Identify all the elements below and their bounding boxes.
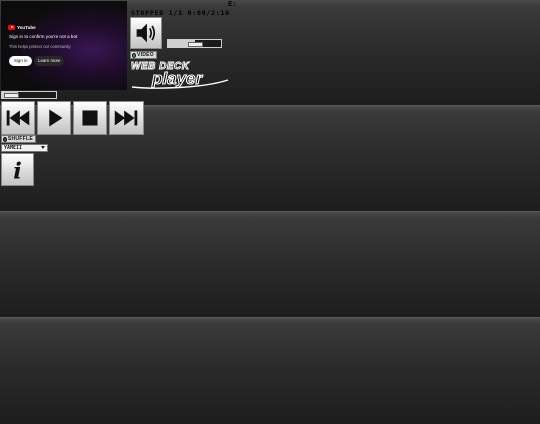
sign-in-button[interactable]: Sign in (9, 56, 33, 66)
skip-forward-icon (114, 110, 138, 126)
chevron-down-icon (41, 146, 45, 149)
playlist-select[interactable]: YAMEII (1, 144, 48, 152)
shuffle-toggle[interactable]: SHUFFLE (1, 135, 36, 143)
status-corner-text: E: (228, 0, 237, 8)
seek-knob[interactable] (4, 93, 19, 98)
volume-slider[interactable] (167, 39, 222, 48)
playlist-select-value: YAMEII (4, 145, 23, 151)
youtube-logo-text: YouTube (17, 25, 36, 30)
volume-slider-knob[interactable] (188, 42, 203, 47)
web-deck-player-logo: WEB DECK player (131, 61, 229, 89)
bot-check-submessage: This helps protect our community (9, 44, 71, 49)
video-toggle[interactable]: VIDEO (130, 51, 157, 59)
seek-bar[interactable] (1, 91, 57, 99)
previous-button[interactable] (1, 101, 35, 135)
stop-button[interactable] (73, 101, 107, 135)
mute-button[interactable] (130, 17, 162, 49)
info-icon: i (13, 158, 22, 184)
playback-status: STOPPED 1/3 0:00/2:16 (131, 9, 230, 17)
video-toggle-label: VIDEO (136, 52, 154, 58)
background-band-4 (0, 318, 540, 424)
shuffle-toggle-label: SHUFFLE (7, 136, 33, 142)
svg-text:i: i (13, 158, 22, 184)
info-button[interactable]: i (1, 153, 34, 186)
shuffle-indicator-icon (3, 136, 7, 142)
next-button[interactable] (109, 101, 144, 135)
learn-more-button[interactable]: Learn more (34, 56, 65, 66)
bot-check-message: Sign in to confirm you're not a bot (9, 34, 78, 39)
skip-back-icon (6, 110, 30, 126)
youtube-logo: YouTube (8, 25, 36, 30)
play-icon (49, 109, 63, 127)
video-embed[interactable]: YouTube Sign in to confirm you're not a … (1, 1, 127, 90)
video-indicator-icon (132, 52, 136, 58)
play-button[interactable] (37, 101, 71, 135)
logo-line2: player (151, 69, 203, 88)
background-band-3 (0, 212, 540, 318)
stop-icon (82, 110, 98, 126)
speaker-icon (136, 23, 156, 43)
youtube-play-icon (8, 25, 15, 30)
